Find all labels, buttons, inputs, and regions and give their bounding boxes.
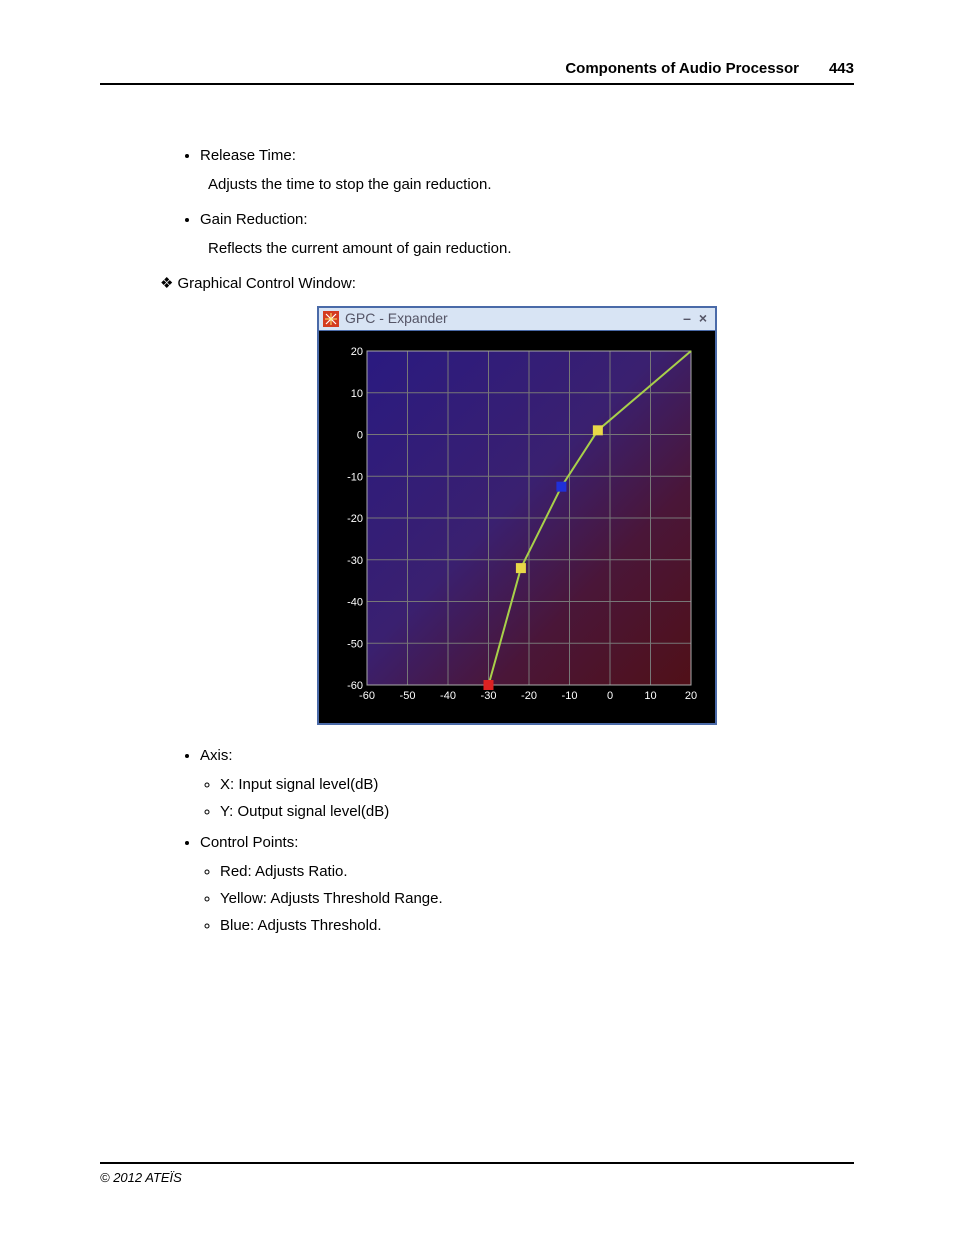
item-gcw: ❖Graphical Control Window: <box>160 273 854 294</box>
control-point-blue[interactable] <box>556 482 566 492</box>
svg-text:0: 0 <box>607 690 613 702</box>
cp-blue: Blue: Adjusts Threshold. <box>220 915 854 936</box>
cp-red: Red: Adjusts Ratio. <box>220 861 854 882</box>
control-point-yellow-low[interactable] <box>516 563 526 573</box>
content-body: Release Time: Adjusts the time to stop t… <box>100 145 854 936</box>
axis-y-desc: Y: Output signal level(dB) <box>220 801 854 822</box>
gpc-titlebar[interactable]: GPC - Expander – × <box>319 308 715 331</box>
svg-text:-60: -60 <box>359 690 375 702</box>
svg-text:-50: -50 <box>347 638 363 650</box>
item-control-points: Control Points: <box>200 832 854 853</box>
svg-text:10: 10 <box>644 690 656 702</box>
header-title: Components of Audio Processor <box>565 60 799 77</box>
desc-gain-reduction: Reflects the current amount of gain redu… <box>208 238 854 259</box>
svg-text:-20: -20 <box>347 513 363 525</box>
svg-text:-50: -50 <box>400 690 416 702</box>
gpc-window: GPC - Expander – × -60 -50 -40 -30 -20 -10 0 10… <box>317 306 717 725</box>
cp-yellow: Yellow: Adjusts Threshold Range. <box>220 888 854 909</box>
svg-text:-40: -40 <box>347 597 363 609</box>
footer-copyright: © 2012 ATEÏS <box>100 1162 854 1185</box>
svg-text:-30: -30 <box>347 555 363 567</box>
svg-text:10: 10 <box>351 388 363 400</box>
item-axis: Axis: <box>200 745 854 766</box>
svg-text:-40: -40 <box>440 690 456 702</box>
item-release-time: Release Time: <box>200 145 854 166</box>
svg-text:20: 20 <box>685 690 697 702</box>
svg-text:-10: -10 <box>347 471 363 483</box>
control-point-red[interactable] <box>484 680 494 690</box>
header-page-number: 443 <box>829 60 854 77</box>
desc-release-time: Adjusts the time to stop the gain reduct… <box>208 174 854 195</box>
svg-text:-10: -10 <box>562 690 578 702</box>
close-button[interactable]: × <box>695 309 711 329</box>
app-icon <box>323 311 339 327</box>
diamond-icon: ❖ <box>160 275 173 292</box>
gpc-plot[interactable]: -60-50-40-30-20-1001020-60-50-40-30-20-1… <box>319 331 715 723</box>
svg-text:-30: -30 <box>481 690 497 702</box>
gpc-title: GPC - Expander <box>345 309 679 329</box>
item-gain-reduction: Gain Reduction: <box>200 209 854 230</box>
svg-text:-20: -20 <box>521 690 537 702</box>
svg-text:0: 0 <box>357 430 363 442</box>
axis-x-desc: X: Input signal level(dB) <box>220 774 854 795</box>
control-point-yellow-high[interactable] <box>593 425 603 435</box>
svg-text:20: 20 <box>351 346 363 358</box>
minimize-button[interactable]: – <box>679 309 695 329</box>
